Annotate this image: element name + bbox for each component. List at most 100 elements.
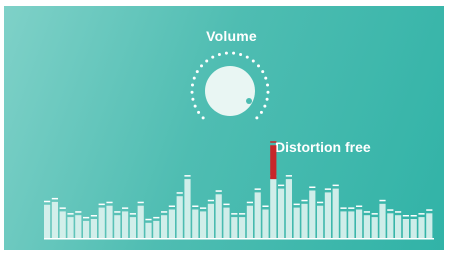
eq-bar-cap: [231, 213, 238, 215]
eq-bar: [192, 209, 199, 238]
eq-bar: [129, 217, 136, 238]
dial-dot: [197, 110, 201, 114]
dial-dot: [255, 116, 259, 120]
eq-bar-cap: [356, 205, 363, 207]
dial-dot: [195, 70, 199, 74]
eq-bar: [176, 196, 183, 238]
dial-dot: [257, 64, 260, 68]
dial-dot: [266, 83, 270, 87]
dial-dot: [205, 59, 209, 63]
dial-dot: [200, 64, 203, 68]
eq-bar-cap: [340, 207, 347, 209]
eq-bar: [59, 211, 66, 238]
eq-bar-cap: [90, 215, 97, 217]
dial-dot: [261, 70, 265, 74]
eq-bar-cap: [309, 186, 316, 188]
peak-bar-cap: [270, 141, 277, 143]
dial-dot: [239, 53, 243, 57]
eq-bar-cap: [223, 203, 230, 206]
eq-bar-cap: [387, 209, 394, 211]
eq-bar: [161, 215, 168, 238]
peak-bar: [270, 145, 277, 180]
eq-bar-cap: [114, 211, 121, 213]
dial-dot: [245, 55, 249, 59]
eq-bar-cap: [176, 192, 183, 194]
eq-bar: [371, 217, 378, 238]
dial-dot: [190, 83, 194, 87]
eq-bar: [98, 207, 105, 238]
dial-dot: [224, 51, 228, 55]
eq-bar: [270, 179, 277, 238]
eq-bar: [44, 204, 51, 238]
eq-bar: [246, 205, 253, 238]
eq-bar: [395, 215, 402, 238]
knob-indicator-icon: [246, 98, 252, 104]
eq-bar-cap: [44, 200, 51, 203]
eq-bar-cap: [371, 213, 378, 215]
eq-bar-cap: [145, 218, 152, 221]
eq-bar: [207, 203, 214, 238]
eq-bar-cap: [137, 201, 144, 204]
eq-bar-cap: [122, 207, 129, 209]
eq-bar: [309, 190, 316, 238]
dial-dot: [191, 97, 195, 101]
eq-bar-cap: [168, 205, 175, 207]
eq-bar: [410, 219, 417, 238]
eq-bar-cap: [293, 203, 300, 206]
eq-bar-cap: [67, 213, 74, 215]
eq-bar: [426, 213, 433, 238]
eq-bar-cap: [402, 215, 409, 217]
eq-bar: [348, 211, 355, 238]
eq-bar-cap: [75, 211, 82, 213]
eq-bar: [379, 203, 386, 238]
eq-bar-cap: [332, 184, 339, 187]
eq-bar: [418, 217, 425, 238]
eq-bar: [153, 220, 160, 238]
eq-bar-cap: [153, 216, 160, 219]
dial-dot: [263, 104, 267, 108]
eq-bar-cap: [410, 215, 417, 217]
eq-bar-cap: [83, 216, 90, 219]
eq-bar: [114, 215, 121, 238]
eq-bar-cap: [254, 188, 261, 190]
eq-bar: [106, 205, 113, 238]
eq-bar: [67, 217, 74, 238]
eq-bar: [184, 179, 191, 238]
eq-bar-cap: [363, 211, 370, 213]
eq-bar-cap: [98, 203, 105, 206]
eq-bar: [122, 211, 129, 238]
eq-bar: [324, 192, 331, 238]
eq-bar: [402, 219, 409, 238]
dial-dot: [266, 90, 270, 94]
eq-bar: [75, 215, 82, 238]
eq-bar: [200, 211, 207, 238]
eq-bar-cap: [348, 207, 355, 209]
eq-bar: [90, 219, 97, 238]
eq-bar-cap: [262, 205, 269, 207]
dial-dot: [264, 76, 268, 80]
eq-bar-cap: [278, 184, 285, 187]
eq-bar-cap: [317, 201, 324, 204]
eq-bar: [137, 205, 144, 238]
eq-bar: [317, 205, 324, 238]
eq-bar: [262, 209, 269, 238]
eq-bar: [363, 215, 370, 238]
eq-bar: [387, 213, 394, 238]
eq-baseline: [44, 238, 434, 240]
eq-bar: [285, 179, 292, 238]
volume-knob[interactable]: [185, 46, 275, 136]
eq-bar-cap: [246, 201, 253, 204]
eq-bar-cap: [426, 209, 433, 211]
dial-dot: [193, 104, 197, 108]
eq-bar: [356, 209, 363, 238]
eq-bar-cap: [184, 175, 191, 177]
eq-bar: [340, 211, 347, 238]
eq-bar: [215, 194, 222, 238]
eq-bar-cap: [51, 197, 58, 200]
eq-bar-cap: [161, 211, 168, 213]
knob-body: [205, 66, 255, 116]
equalizer-chart: [44, 141, 434, 240]
dial-dot: [190, 90, 194, 94]
dial-dot: [201, 116, 205, 120]
eq-bar: [293, 207, 300, 238]
